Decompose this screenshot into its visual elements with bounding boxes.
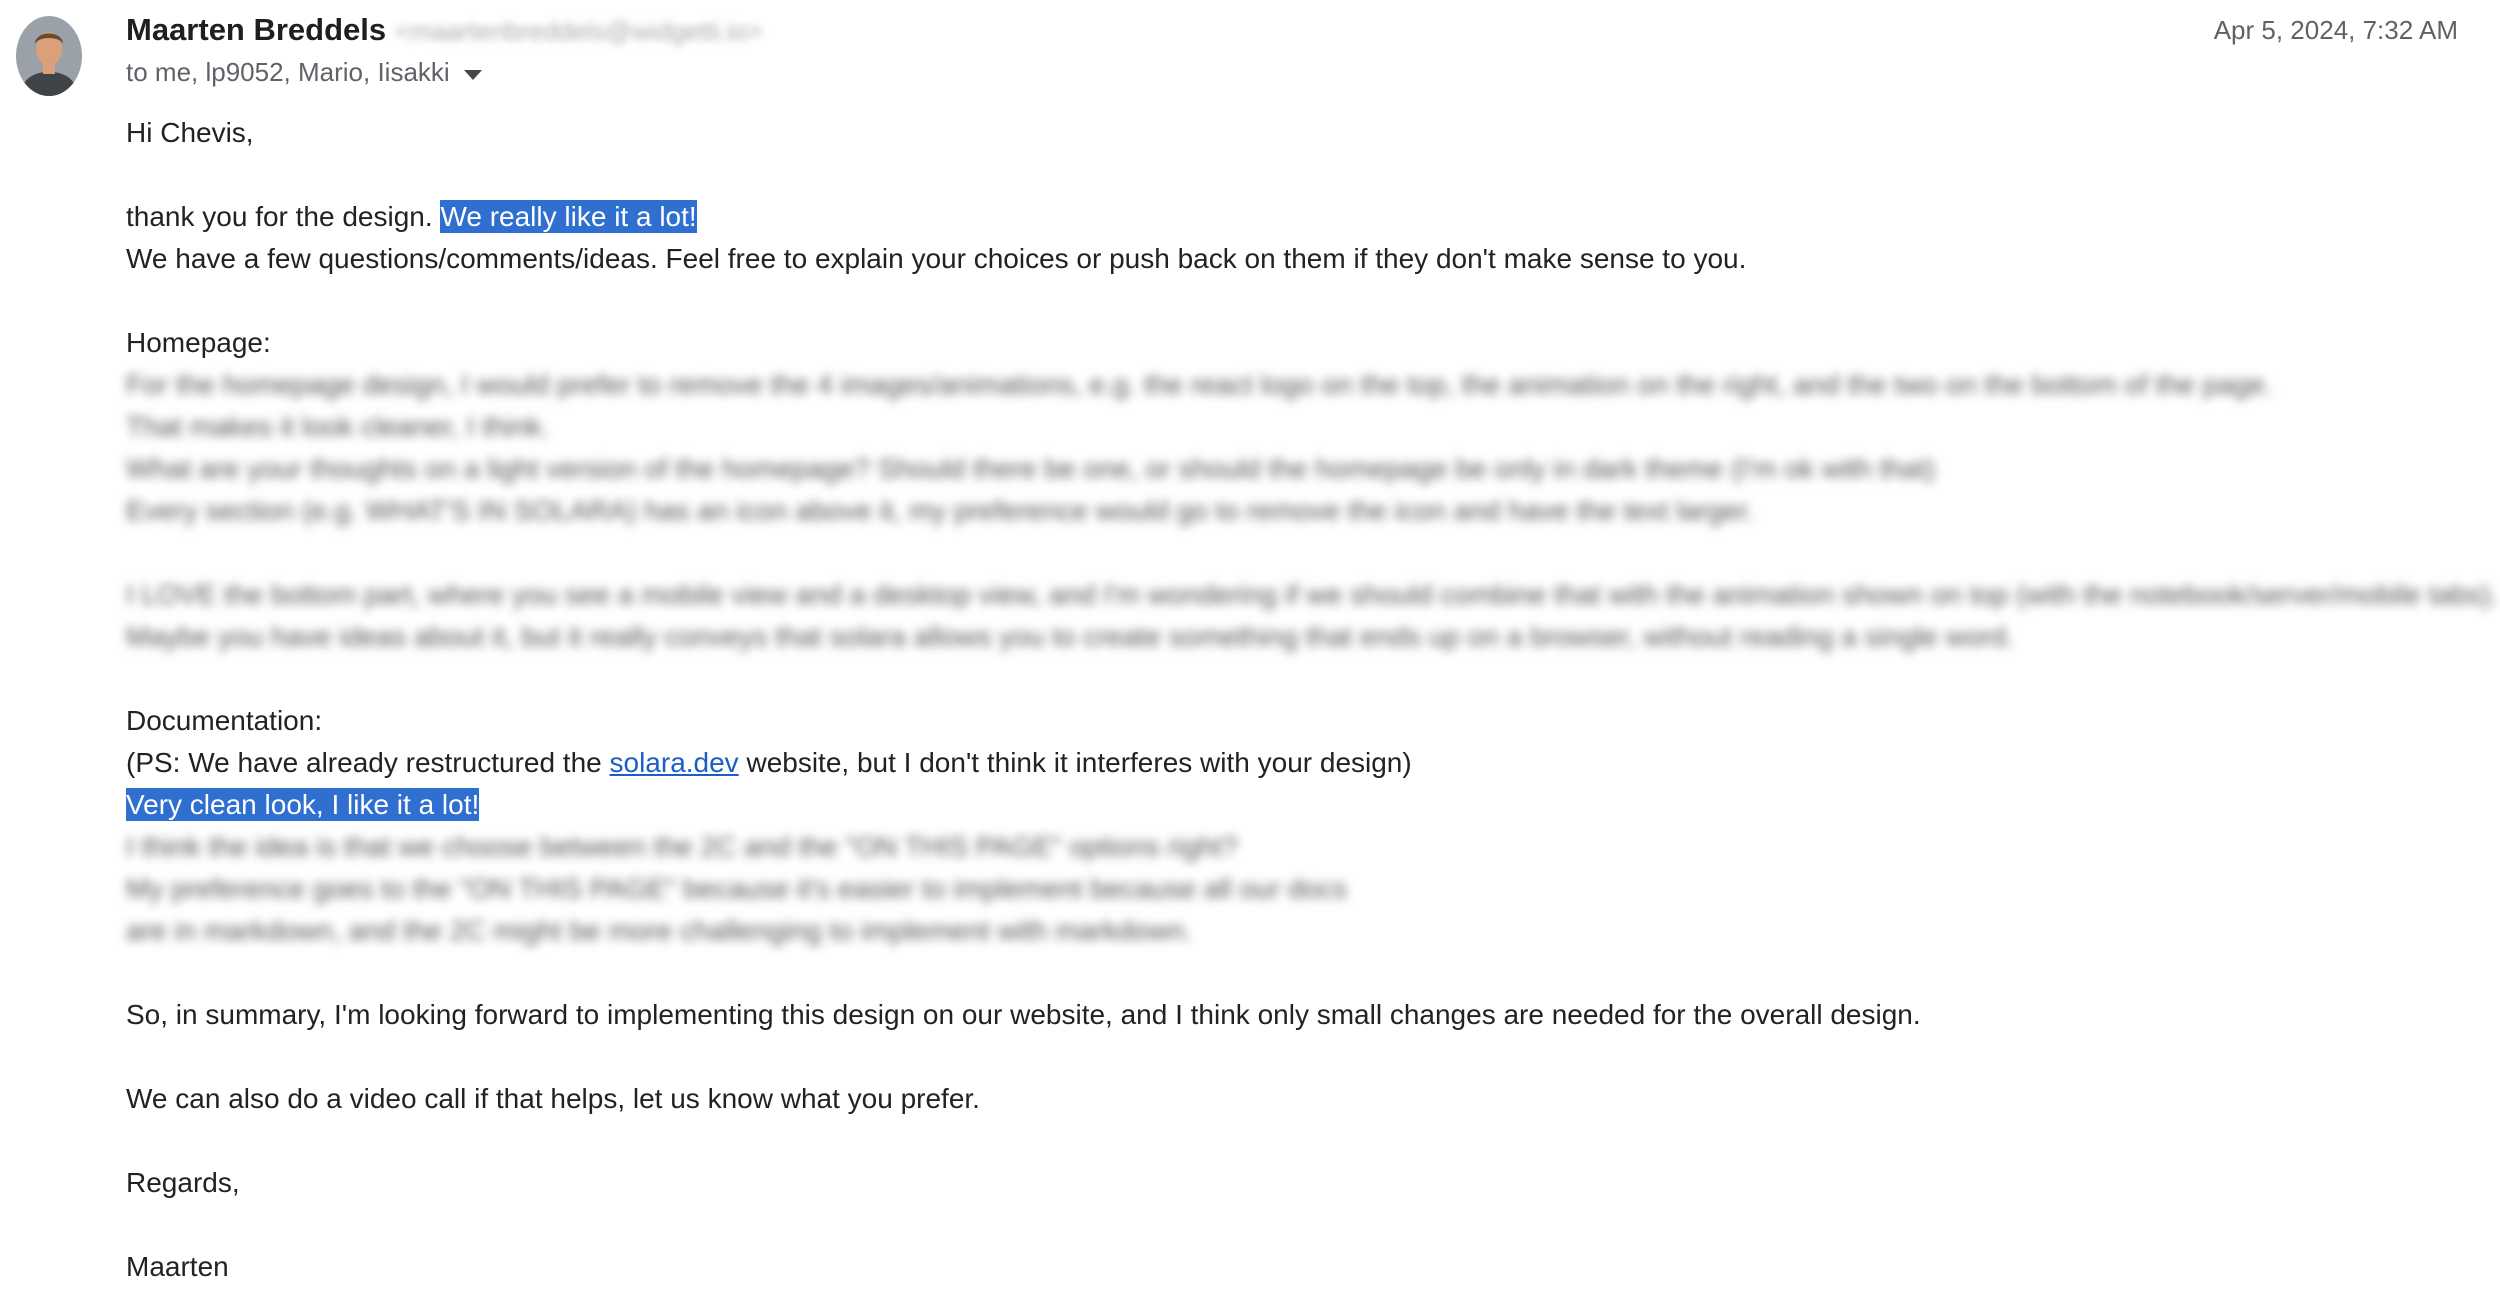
signature: Maarten <box>126 1251 229 1282</box>
documentation-heading: Documentation: <box>126 705 323 736</box>
ps-text-after: website, but I don't think it interferes… <box>738 747 1412 778</box>
thanks-text: thank you for the design. <box>126 201 441 232</box>
recipients-line: to me, lp9052, Mario, Iisakki <box>126 57 482 88</box>
greeting: Hi Chevis, <box>126 117 254 148</box>
blurred-text-line: are in markdown, and the 2C might be mor… <box>126 915 1193 946</box>
blurred-text-line: Every section (e.g. WHAT'S IN SOLARA) ha… <box>126 495 1755 526</box>
thanks-line: thank you for the design. We really like… <box>126 196 2496 238</box>
blurred-text-line: I LOVE the bottom part, where you see a … <box>126 579 2499 610</box>
blurred-text-line: That makes it look cleaner, I think. <box>126 411 550 442</box>
ps-line: (PS: We have already restructured the so… <box>126 742 2496 784</box>
intro-line: We have a few questions/comments/ideas. … <box>126 243 1747 274</box>
highlighted-selection: Very clean look, I like it a lot! <box>126 788 480 821</box>
summary-line: So, in summary, I'm looking forward to i… <box>126 999 1921 1030</box>
video-call-line: We can also do a video call if that help… <box>126 1083 980 1114</box>
recipients-text: to me, lp9052, Mario, Iisakki <box>126 57 450 87</box>
blurred-text-line: I think the idea is that we choose betwe… <box>126 831 1238 862</box>
sender-email: <maartenbreddels@widgetti.io> <box>395 16 763 46</box>
solara-dev-link[interactable]: solara.dev <box>610 747 739 778</box>
sender-name[interactable]: Maarten Breddels <box>126 12 386 48</box>
blurred-text-line: For the homepage design, I would prefer … <box>126 369 2273 400</box>
ps-text-before: (PS: We have already restructured the <box>126 747 610 778</box>
person-avatar-icon <box>16 16 82 96</box>
blurred-text-line: Maybe you have ideas about it, but it re… <box>126 621 2014 652</box>
show-details-chevron-down-icon[interactable] <box>463 69 482 80</box>
sender-avatar[interactable] <box>16 16 82 96</box>
message-body: Hi Chevis, thank you for the design. We … <box>126 112 2499 1288</box>
highlighted-selection: We really like it a lot! <box>440 200 697 233</box>
blurred-text-line: What are your thoughts on a light versio… <box>126 453 1936 484</box>
blurred-text-line: My preference goes to the "ON THIS PAGE"… <box>126 873 1347 904</box>
closing-line: Regards, <box>126 1167 240 1198</box>
message-timestamp: Apr 5, 2024, 7:32 AM <box>2213 15 2458 45</box>
homepage-heading: Homepage: <box>126 327 271 358</box>
doc-highlight-line: Very clean look, I like it a lot! <box>126 784 2496 826</box>
